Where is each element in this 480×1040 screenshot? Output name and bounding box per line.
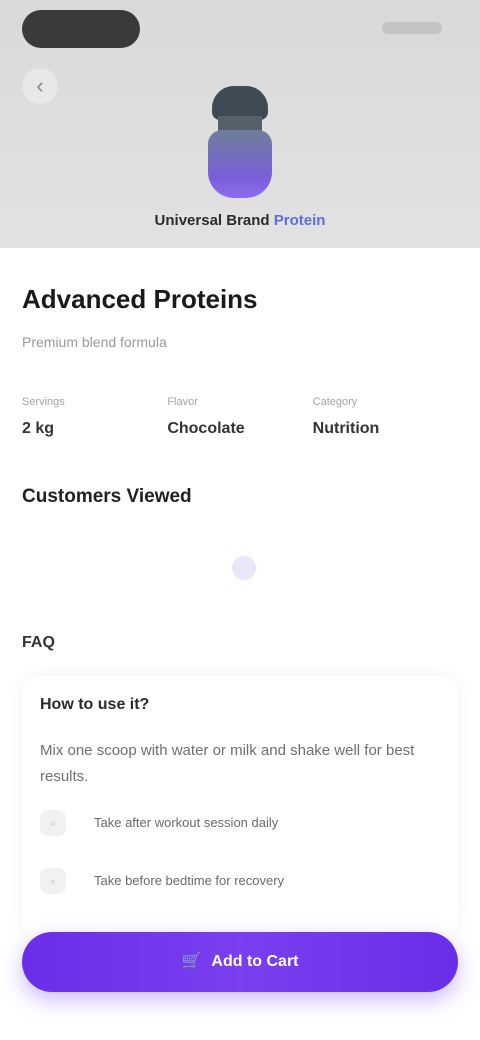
loading-spinner — [232, 556, 256, 580]
product-title: Advanced Proteins — [22, 284, 258, 314]
product-image — [206, 86, 274, 198]
stat-flavor: Flavor Chocolate — [167, 396, 312, 438]
brand-caption-accent: Protein — [273, 212, 326, 229]
add-to-cart-button[interactable]: 🛒 Add to Cart — [22, 932, 458, 992]
bottle-body — [208, 130, 272, 198]
product-stats: Servings 2 kg Flavor Chocolate Category … — [22, 396, 458, 438]
faq-card[interactable]: How to use it? Mix one scoop with water … — [22, 676, 458, 936]
faq-option-text: Take before bedtime for recovery — [94, 873, 285, 888]
stat-label: Servings — [22, 396, 65, 408]
faq-option-text: Take after workout session daily — [94, 815, 279, 830]
faq-option: ◦ Take after workout session daily — [40, 810, 294, 836]
cart-icon: 🛒 — [181, 953, 202, 970]
status-bar-pill — [22, 10, 140, 48]
brand-caption-name: Universal Brand — [154, 212, 270, 229]
chevron-left-icon: ‹ — [36, 73, 44, 98]
section-heading-recommended: Customers Viewed — [22, 486, 192, 507]
faq-answer: Mix one scoop with water or milk and sha… — [40, 742, 415, 785]
stat-value: Nutrition — [312, 420, 380, 437]
faq-question: How to use it? — [40, 696, 150, 713]
back-button[interactable]: ‹ — [22, 68, 58, 104]
bottle-cap — [212, 86, 268, 120]
stat-servings: Servings 2 kg — [22, 396, 167, 438]
product-hero: ‹ Universal Brand Protein — [0, 0, 480, 248]
status-indicators — [382, 22, 442, 34]
brand-caption: Universal Brand Protein — [0, 212, 480, 229]
stat-value: Chocolate — [167, 420, 245, 437]
cup-icon: ◦ — [40, 810, 66, 836]
stat-label: Flavor — [167, 396, 198, 408]
product-subtitle: Premium blend formula — [22, 334, 167, 350]
section-heading-faq: FAQ — [22, 634, 55, 651]
faq-option: ◦ Take before bedtime for recovery — [40, 868, 294, 894]
stat-label: Category — [312, 396, 358, 408]
stat-value: 2 kg — [22, 420, 55, 437]
stat-category: Category Nutrition — [313, 396, 458, 438]
add-to-cart-label: Add to Cart — [211, 953, 299, 970]
clock-icon: ◦ — [40, 868, 66, 894]
